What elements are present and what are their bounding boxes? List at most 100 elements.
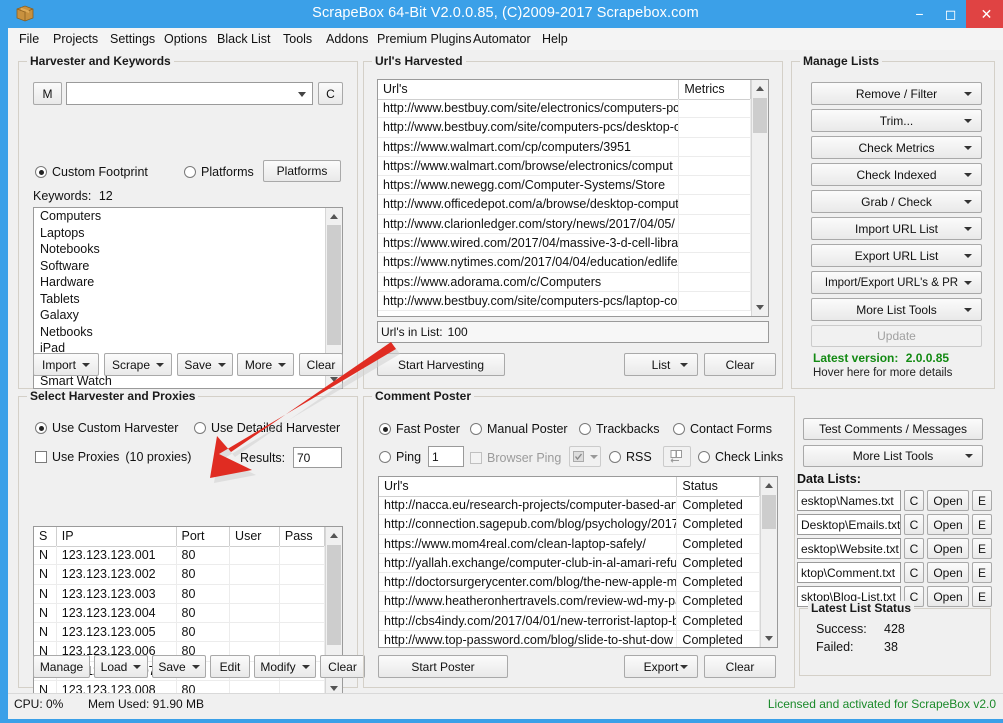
list-item[interactable]: Tablets bbox=[34, 291, 325, 308]
table-row[interactable]: https://www.newegg.com/Computer-Systems/… bbox=[378, 176, 751, 196]
urls-col-header[interactable]: Url's bbox=[378, 80, 680, 99]
radio-use-custom-harvester[interactable]: Use Custom Harvester bbox=[35, 421, 178, 435]
table-row[interactable]: http://www.bestbuy.com/site/electronics/… bbox=[378, 99, 751, 119]
data-list-e-button[interactable]: E bbox=[972, 586, 992, 607]
metrics-col-header[interactable]: Metrics bbox=[679, 80, 751, 99]
data-list-c-button[interactable]: C bbox=[904, 538, 924, 559]
radio-trackbacks[interactable]: Trackbacks bbox=[579, 422, 659, 436]
comment-poster-grid[interactable]: Url's Status http://nacca.eu/research-pr… bbox=[378, 476, 778, 648]
c-button[interactable]: C bbox=[318, 82, 343, 105]
table-row[interactable]: https://www.walmart.com/cp/computers/395… bbox=[378, 137, 751, 157]
keywords-import-button[interactable]: Import bbox=[33, 353, 99, 376]
more-list-tools-button[interactable]: More List Tools bbox=[811, 298, 982, 321]
table-row[interactable]: N 123.123.123.003 80 bbox=[34, 584, 325, 604]
urls-harvested-grid[interactable]: Url's Metrics http://www.bestbuy.com/sit… bbox=[377, 79, 769, 317]
close-button[interactable]: ✕ bbox=[966, 0, 1003, 28]
import-export-urls-pr-button[interactable]: Import/Export URL's & PR bbox=[811, 271, 982, 294]
menu-black-list[interactable]: Black List bbox=[212, 28, 276, 50]
data-list-open-button[interactable]: Open bbox=[927, 562, 969, 583]
data-list-e-button[interactable]: E bbox=[972, 514, 992, 535]
scrollbar-thumb[interactable] bbox=[762, 495, 776, 529]
menu-tools[interactable]: Tools bbox=[278, 28, 317, 50]
table-row[interactable]: http://www.officedepot.com/a/browse/desk… bbox=[378, 195, 751, 215]
list-item[interactable]: Computers bbox=[34, 208, 325, 225]
radio-fast-poster[interactable]: Fast Poster bbox=[379, 422, 460, 436]
urls-scrollbar[interactable] bbox=[751, 80, 768, 316]
scroll-down-icon[interactable] bbox=[761, 630, 777, 647]
proxy-col-header-user[interactable]: User bbox=[230, 527, 280, 546]
table-row[interactable]: N 123.123.123.002 80 bbox=[34, 565, 325, 585]
table-row[interactable]: http://www.heatheronhertravels.com/revie… bbox=[379, 592, 760, 612]
radio-manual-poster[interactable]: Manual Poster bbox=[470, 422, 568, 436]
table-row[interactable]: https://www.adorama.com/c/Computers bbox=[378, 272, 751, 292]
scrollbar-thumb[interactable] bbox=[327, 545, 341, 645]
keywords-save-button[interactable]: Save bbox=[177, 353, 233, 376]
ping-count-input[interactable]: 1 bbox=[428, 446, 464, 467]
radio-custom-footprint[interactable]: Custom Footprint bbox=[35, 165, 148, 179]
radio-rss[interactable]: RSS bbox=[609, 450, 652, 464]
proxy-clear-button[interactable]: Clear bbox=[320, 655, 365, 678]
data-list-path-input[interactable]: ktop\Comment.txt bbox=[797, 562, 901, 583]
list-item[interactable]: Galaxy bbox=[34, 307, 325, 324]
data-list-e-button[interactable]: E bbox=[972, 538, 992, 559]
start-poster-button[interactable]: Start Poster bbox=[378, 655, 508, 678]
proxy-save-button[interactable]: Save bbox=[152, 655, 206, 678]
data-list-path-input[interactable]: esktop\Website.txt bbox=[797, 538, 901, 559]
menu-help[interactable]: Help bbox=[537, 28, 573, 50]
scrollbar-thumb[interactable] bbox=[327, 225, 341, 345]
list-item[interactable]: Laptops bbox=[34, 225, 325, 242]
data-list-c-button[interactable]: C bbox=[904, 562, 924, 583]
table-row[interactable]: https://www.wired.com/2017/04/massive-3-… bbox=[378, 234, 751, 254]
menu-addons[interactable]: Addons bbox=[321, 28, 373, 50]
table-row[interactable]: http://www.top-password.com/blog/slide-t… bbox=[379, 631, 760, 647]
data-list-c-button[interactable]: C bbox=[904, 514, 924, 535]
start-harvesting-button[interactable]: Start Harvesting bbox=[377, 353, 505, 376]
data-list-path-input[interactable]: esktop\Names.txt bbox=[797, 490, 901, 511]
table-row[interactable]: http://doctorsurgerycenter.com/blog/the-… bbox=[379, 573, 760, 593]
check-indexed-button[interactable]: Check Indexed bbox=[811, 163, 982, 186]
test-comments-messages-button[interactable]: Test Comments / Messages bbox=[803, 418, 983, 440]
poster-urls-col-header[interactable]: Url's bbox=[379, 477, 678, 496]
scroll-up-icon[interactable] bbox=[326, 527, 342, 544]
table-row[interactable]: https://www.mom4real.com/clean-laptop-sa… bbox=[379, 534, 760, 554]
poster-scrollbar[interactable] bbox=[760, 477, 777, 647]
minimize-button[interactable]: − bbox=[904, 0, 935, 28]
menu-settings[interactable]: Settings bbox=[105, 28, 160, 50]
proxy-col-header-port[interactable]: Port bbox=[177, 527, 231, 546]
table-row[interactable]: http://nacca.eu/research-projects/comput… bbox=[379, 496, 760, 516]
menu-premium-plugins[interactable]: Premium Plugins bbox=[372, 28, 476, 50]
proxy-col-header-pass[interactable]: Pass bbox=[280, 527, 326, 546]
trim-button[interactable]: Trim... bbox=[811, 109, 982, 132]
data-list-open-button[interactable]: Open bbox=[927, 490, 969, 511]
proxy-modify-button[interactable]: Modify bbox=[254, 655, 316, 678]
data-list-e-button[interactable]: E bbox=[972, 490, 992, 511]
table-row[interactable]: http://www.bestbuy.com/site/computers-pc… bbox=[378, 291, 751, 312]
table-row[interactable]: N 123.123.123.001 80 bbox=[34, 546, 325, 566]
radio-contact-forms[interactable]: Contact Forms bbox=[673, 422, 772, 436]
poster-status-col-header[interactable]: Status bbox=[677, 477, 760, 496]
remove-filter-button[interactable]: Remove / Filter bbox=[811, 82, 982, 105]
poster-clear-button[interactable]: Clear bbox=[704, 655, 776, 678]
data-list-path-input[interactable]: Desktop\Emails.txt bbox=[797, 514, 901, 535]
scroll-up-icon[interactable] bbox=[761, 477, 777, 494]
keywords-clear-button[interactable]: Clear bbox=[299, 353, 343, 376]
data-list-c-button[interactable]: C bbox=[904, 490, 924, 511]
radio-ping[interactable]: Ping bbox=[379, 450, 421, 464]
proxy-edit-button[interactable]: Edit bbox=[210, 655, 250, 678]
list-item[interactable]: Netbooks bbox=[34, 324, 325, 341]
data-list-open-button[interactable]: Open bbox=[927, 586, 969, 607]
results-input[interactable]: 70 bbox=[293, 447, 342, 468]
table-row[interactable]: https://www.walmart.com/browse/electroni… bbox=[378, 156, 751, 177]
proxy-load-button[interactable]: Load bbox=[94, 655, 148, 678]
proxy-manage-button[interactable]: Manage bbox=[33, 655, 90, 678]
grab-check-button[interactable]: Grab / Check bbox=[811, 190, 982, 213]
data-list-open-button[interactable]: Open bbox=[927, 538, 969, 559]
proxy-col-header-ip[interactable]: IP bbox=[57, 527, 177, 546]
checkbox-use-proxies[interactable]: Use Proxies (10 proxies) bbox=[35, 450, 191, 464]
menu-projects[interactable]: Projects bbox=[48, 28, 103, 50]
table-row[interactable]: http://www.clarionledger.com/story/news/… bbox=[378, 214, 751, 235]
footprint-combo[interactable] bbox=[66, 82, 313, 105]
menu-options[interactable]: Options bbox=[159, 28, 212, 50]
urls-list-button[interactable]: List bbox=[624, 353, 698, 376]
urls-clear-button[interactable]: Clear bbox=[704, 353, 776, 376]
